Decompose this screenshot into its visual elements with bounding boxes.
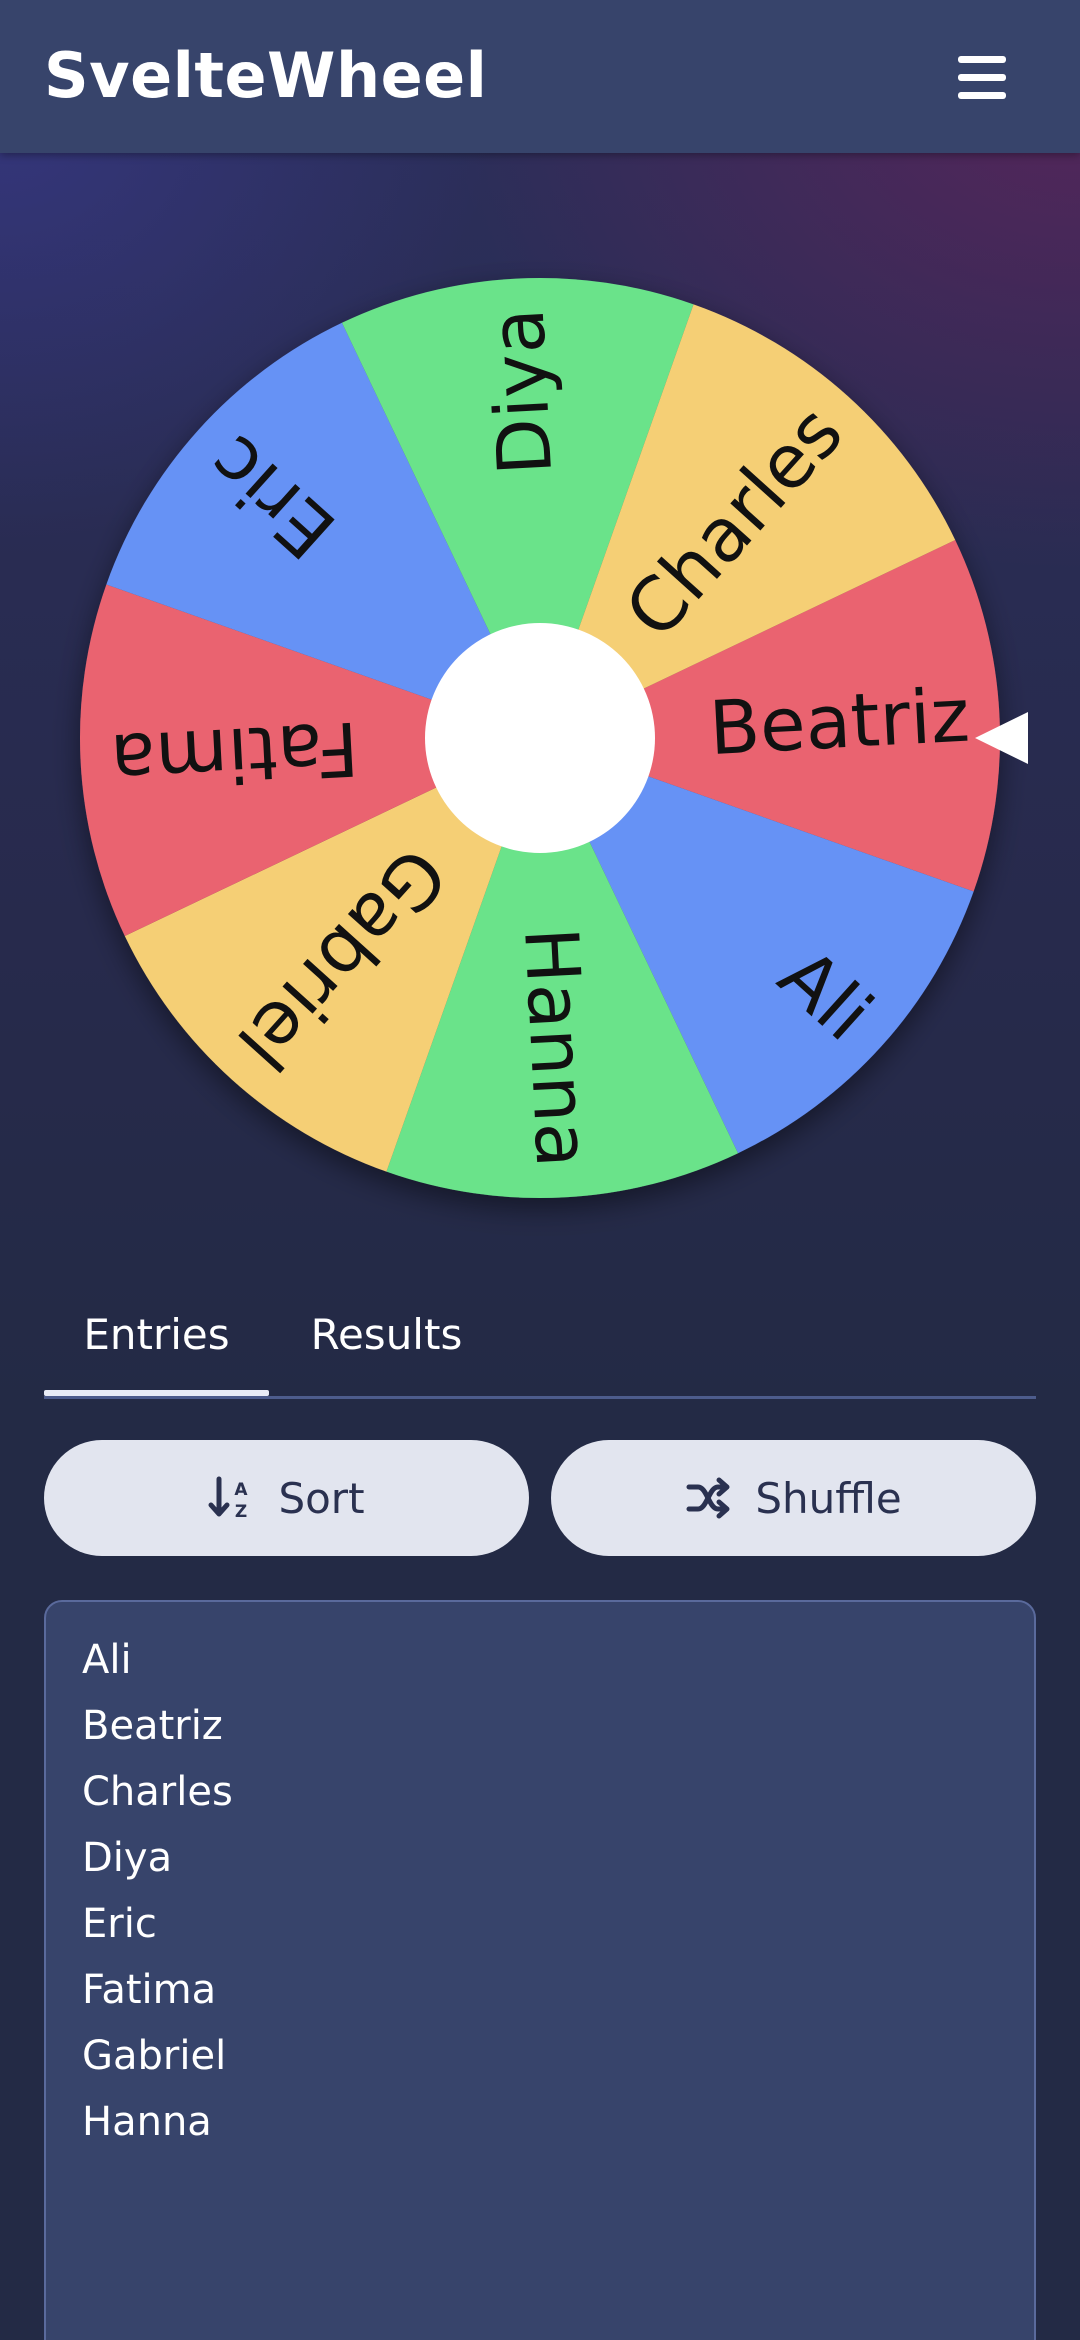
sort-button[interactable]: A Z Sort [44, 1440, 529, 1556]
shuffle-button-label: Shuffle [755, 1473, 902, 1523]
tab-entries[interactable]: Entries [44, 1290, 269, 1396]
wheel-hub[interactable] [425, 623, 655, 853]
app-title: SvelteWheel [44, 39, 488, 112]
app-root: SvelteWheel Beatriz Ali Hanna Gabriel Fatima… [0, 0, 1080, 2340]
shuffle-button[interactable]: Shuffle [551, 1440, 1036, 1556]
top-app-bar: SvelteWheel [0, 0, 1080, 153]
spin-wheel[interactable]: BeatrizAliHannaGabrielFatimaEricDiya Char… [0, 153, 1080, 1273]
entry-line: Hanna [82, 2099, 212, 2145]
entry-line: Gabriel [82, 2033, 227, 2079]
shuffle-icon [686, 1477, 730, 1519]
svg-text:A: A [235, 1480, 249, 1500]
wheel-label-diya: Diya [475, 306, 570, 477]
entry-line: Charles [82, 1769, 233, 1815]
entry-line: Diya [82, 1835, 173, 1881]
entries-textarea[interactable]: Ali Beatriz Charles Diya Eric Fatima Gab… [44, 1600, 1036, 2340]
wheel-label-fatima: Fatima [108, 705, 360, 804]
entry-line: Fatima [82, 1967, 217, 2013]
wheel-label-hanna: Hanna [507, 925, 605, 1169]
hamburger-menu-icon[interactable] [944, 40, 1020, 116]
sort-az-icon: A Z [208, 1476, 249, 1521]
wheel-area: Beatriz Ali Hanna Gabriel Fatima Eric Diya Char… [0, 153, 1080, 1273]
entry-line: Eric [82, 1901, 157, 1947]
tab-results[interactable]: Results [269, 1290, 504, 1393]
entry-line: Ali [82, 1637, 132, 1683]
entry-line: Beatriz [82, 1703, 223, 1749]
svg-text:Z: Z [235, 1502, 247, 1521]
sort-button-label: Sort [278, 1473, 365, 1523]
wheel-label-beatriz: Beatriz [707, 673, 972, 773]
tab-bar: Entries Results [44, 1290, 1036, 1399]
